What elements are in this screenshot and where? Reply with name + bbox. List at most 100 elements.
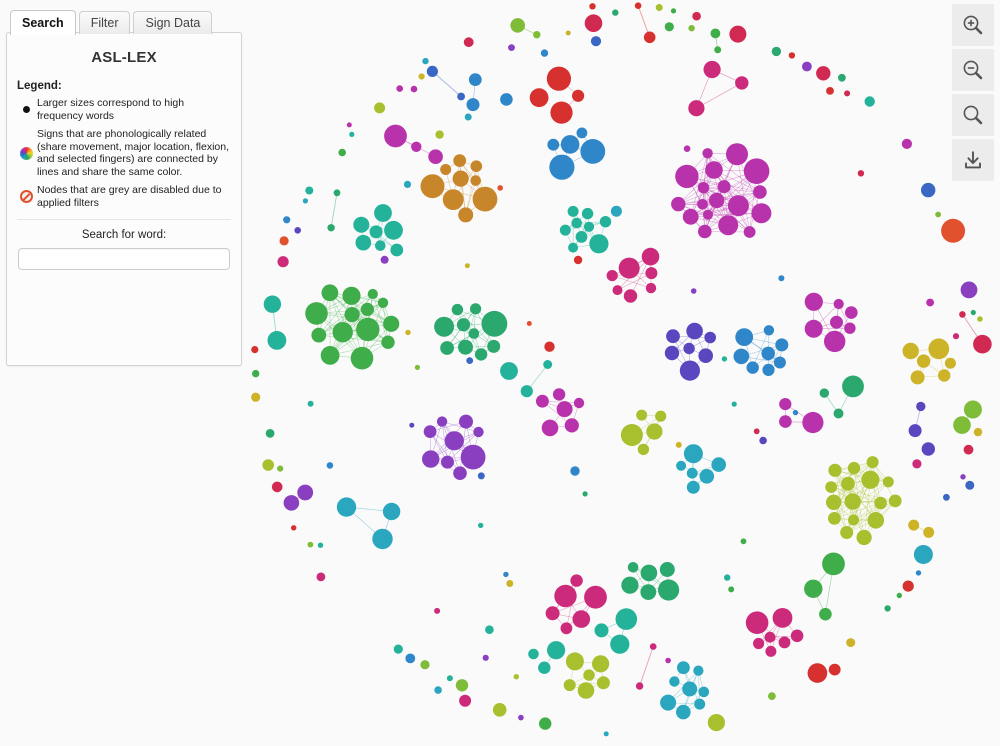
graph-node[interactable] (573, 255, 583, 265)
graph-node[interactable] (888, 494, 902, 508)
graph-node[interactable] (718, 215, 739, 236)
graph-node[interactable] (265, 429, 275, 438)
graph-node[interactable] (792, 409, 799, 416)
graph-node[interactable] (396, 85, 404, 92)
graph-node[interactable] (382, 502, 401, 521)
graph-node[interactable] (528, 648, 539, 660)
graph-node[interactable] (864, 96, 875, 107)
graph-node[interactable] (458, 207, 474, 223)
graph-node[interactable] (634, 2, 642, 10)
graph-node[interactable] (529, 88, 549, 108)
graph-node[interactable] (973, 334, 992, 354)
graph-node[interactable] (327, 224, 335, 232)
graph-node[interactable] (840, 526, 854, 539)
graph-node[interactable] (637, 443, 650, 456)
graph-node[interactable] (641, 247, 660, 266)
graph-node[interactable] (645, 282, 657, 294)
graph-node[interactable] (913, 545, 933, 564)
graph-node[interactable] (963, 444, 974, 455)
graph-node[interactable] (699, 469, 715, 484)
tab-search[interactable]: Search (10, 10, 76, 35)
graph-node[interactable] (497, 185, 504, 191)
graph-node[interactable] (623, 289, 638, 303)
graph-node[interactable] (570, 574, 583, 587)
graph-node[interactable] (977, 316, 983, 322)
graph-node[interactable] (704, 331, 716, 344)
graph-node[interactable] (660, 694, 677, 711)
graph-node[interactable] (575, 231, 588, 243)
graph-node[interactable] (677, 661, 690, 675)
zoom-out-button[interactable] (952, 49, 994, 91)
graph-node[interactable] (676, 704, 691, 720)
graph-node[interactable] (773, 356, 786, 369)
graph-node[interactable] (468, 328, 480, 339)
graph-node[interactable] (375, 240, 386, 251)
graph-node[interactable] (686, 480, 700, 494)
graph-node[interactable] (577, 682, 595, 699)
graph-node[interactable] (283, 495, 300, 511)
graph-node[interactable] (444, 431, 464, 451)
graph-node[interactable] (455, 679, 469, 692)
graph-node[interactable] (618, 257, 640, 279)
graph-node[interactable] (563, 679, 576, 692)
graph-node[interactable] (302, 198, 308, 204)
graph-node[interactable] (560, 622, 573, 635)
graph-node[interactable] (554, 584, 577, 608)
graph-node[interactable] (753, 428, 760, 435)
graph-node[interactable] (698, 686, 710, 698)
graph-node[interactable] (804, 292, 823, 311)
graph-node[interactable] (506, 580, 514, 587)
graph-node[interactable] (665, 657, 671, 664)
graph-node[interactable] (423, 425, 437, 438)
graph-node[interactable] (778, 636, 791, 649)
graph-node[interactable] (474, 348, 488, 361)
graph-node[interactable] (539, 717, 552, 730)
graph-node[interactable] (317, 542, 324, 548)
graph-node[interactable] (453, 466, 467, 481)
graph-node[interactable] (833, 408, 844, 419)
graph-node[interactable] (826, 494, 842, 510)
graph-node[interactable] (935, 211, 941, 218)
graph-node[interactable] (902, 580, 914, 592)
graph-node[interactable] (267, 331, 287, 350)
graph-node[interactable] (594, 623, 609, 638)
graph-node[interactable] (682, 208, 699, 225)
graph-node[interactable] (584, 585, 607, 609)
graph-node[interactable] (571, 217, 582, 229)
graph-node[interactable] (481, 310, 508, 337)
graph-node[interactable] (332, 322, 353, 343)
graph-node[interactable] (844, 322, 856, 334)
graph-node[interactable] (788, 52, 796, 59)
graph-node[interactable] (861, 470, 880, 489)
graph-node[interactable] (405, 329, 411, 336)
graph-node[interactable] (544, 341, 555, 352)
graph-node[interactable] (271, 481, 283, 493)
graph-node[interactable] (582, 491, 588, 497)
graph-node[interactable] (973, 427, 983, 437)
graph-node[interactable] (664, 22, 674, 32)
graph-node[interactable] (409, 422, 415, 428)
graph-node[interactable] (902, 342, 919, 360)
graph-node[interactable] (848, 514, 859, 526)
graph-node[interactable] (453, 154, 467, 168)
graph-node[interactable] (938, 369, 951, 382)
graph-node[interactable] (426, 65, 438, 77)
graph-node[interactable] (686, 322, 703, 340)
graph-node[interactable] (671, 196, 686, 212)
graph-node[interactable] (403, 180, 412, 188)
graph-node[interactable] (560, 135, 580, 154)
graph-node[interactable] (252, 369, 260, 378)
graph-node[interactable] (464, 263, 470, 269)
graph-node[interactable] (726, 143, 748, 166)
graph-node[interactable] (383, 315, 400, 332)
graph-node[interactable] (830, 315, 843, 329)
graph-node[interactable] (683, 444, 703, 464)
graph-node[interactable] (440, 164, 452, 175)
graph-node[interactable] (381, 335, 395, 349)
graph-node[interactable] (753, 185, 767, 199)
graph-node[interactable] (714, 46, 722, 54)
graph-node[interactable] (819, 607, 832, 621)
graph-node[interactable] (874, 496, 887, 510)
graph-node[interactable] (659, 562, 675, 577)
graph-node[interactable] (311, 327, 327, 343)
